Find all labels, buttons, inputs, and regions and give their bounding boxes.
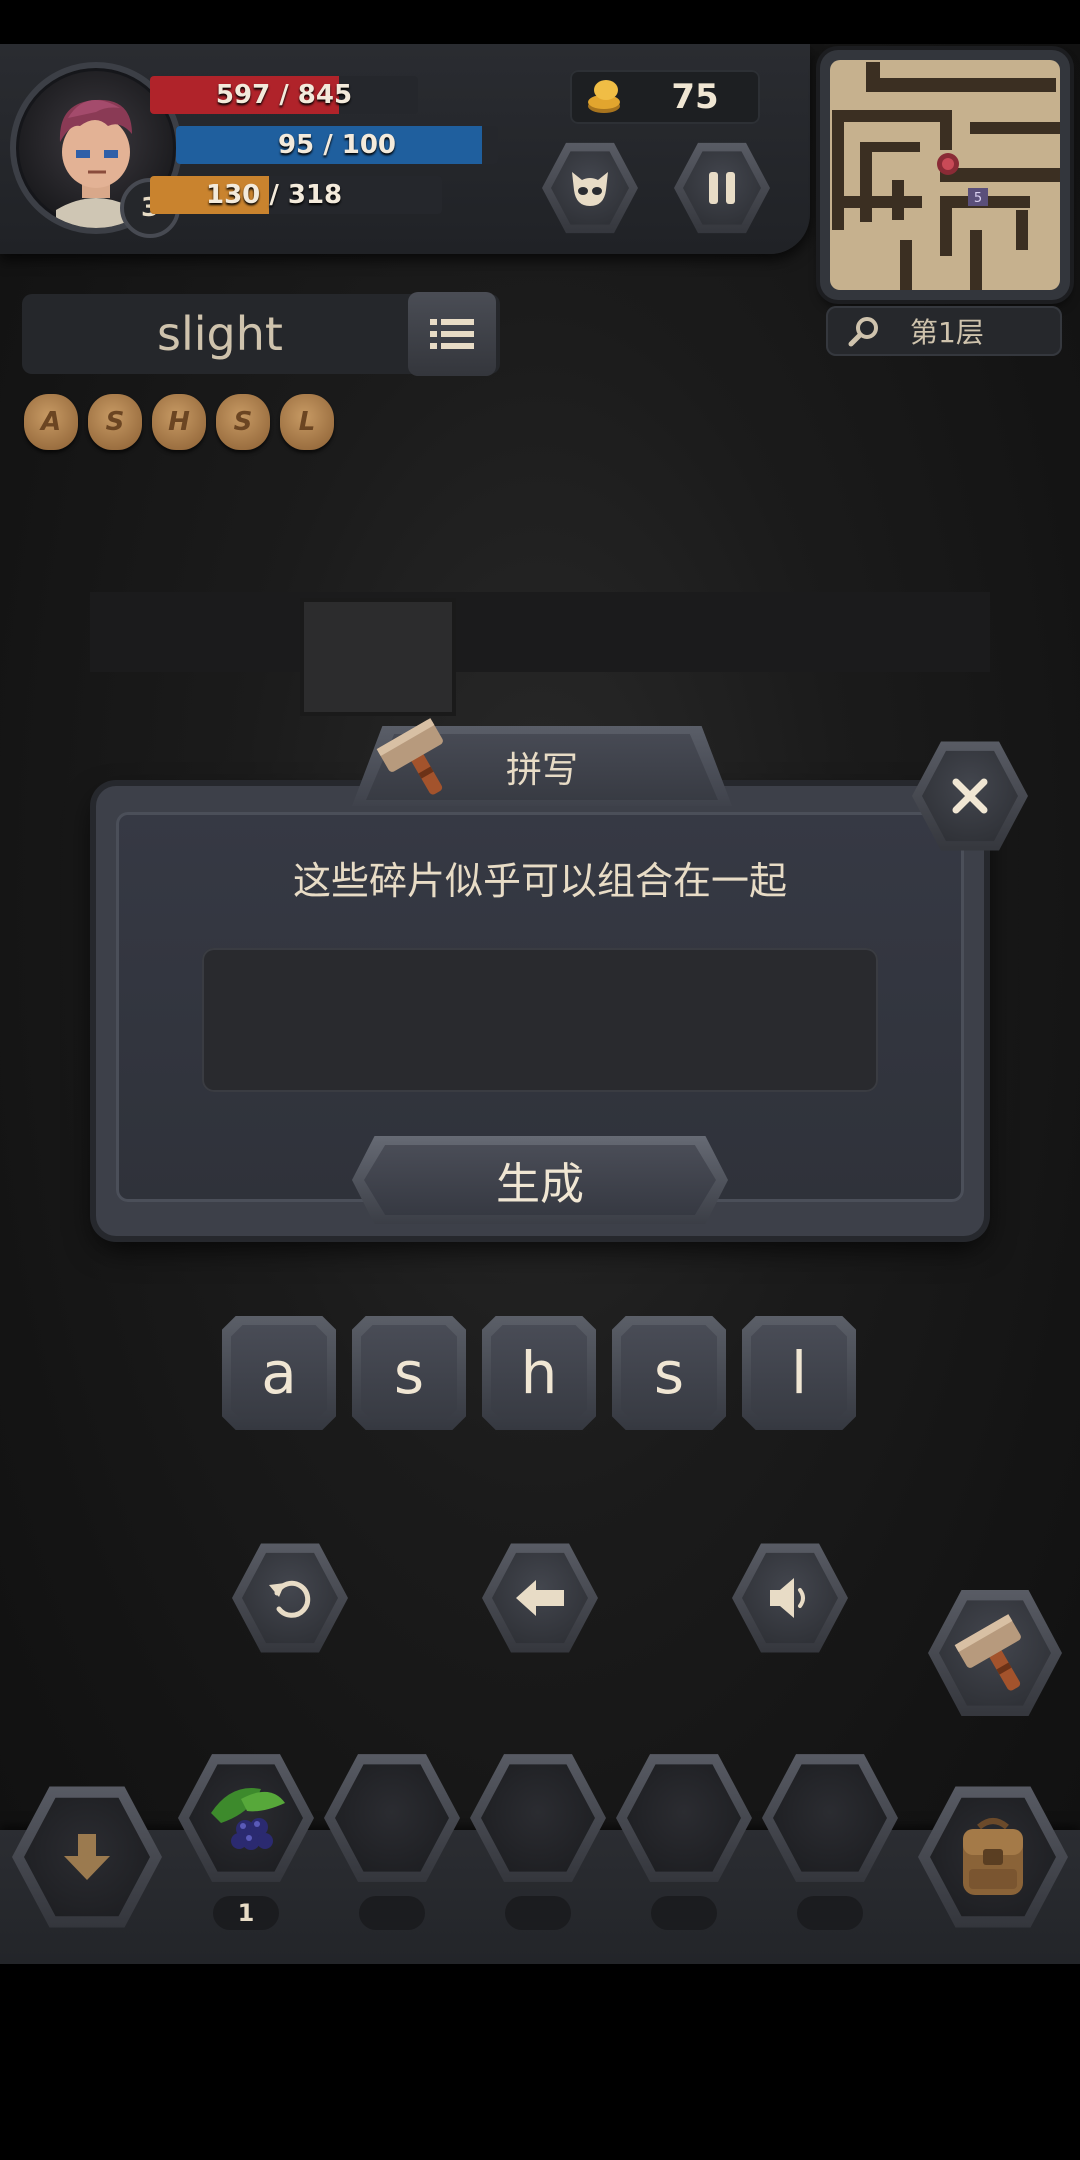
fragment-token: L — [280, 394, 334, 450]
slot-count: 1 — [213, 1896, 279, 1930]
down-arrow-icon — [64, 1834, 110, 1880]
pronounce-button[interactable] — [732, 1543, 848, 1653]
letter-key[interactable]: l — [742, 1316, 856, 1430]
letter-key-label: h — [491, 1325, 587, 1421]
speaker-icon — [770, 1578, 805, 1618]
floor-label-text: 第1层 — [910, 316, 984, 349]
generate-button[interactable]: 生成 — [352, 1136, 728, 1224]
mp-text: 95 / 100 — [277, 130, 397, 160]
coin-count: 75 — [671, 77, 719, 117]
xp-bar: 130 / 318 — [150, 176, 442, 214]
coin-stack-icon — [588, 80, 620, 113]
letter-key-label: s — [361, 1325, 457, 1421]
letter-key-label: a — [231, 1325, 327, 1421]
fragment-token: A — [24, 394, 78, 450]
letter-key-label: l — [751, 1325, 847, 1421]
letter-key-label: s — [621, 1325, 717, 1421]
list-icon — [430, 319, 474, 349]
word-list-button[interactable] — [408, 292, 496, 376]
hammer-tool-button[interactable] — [928, 1590, 1062, 1716]
letter-key[interactable]: s — [612, 1316, 726, 1430]
generate-button-label: 生成 — [364, 1145, 716, 1215]
minimap-view: 5 — [830, 60, 1060, 290]
letter-key[interactable]: a — [222, 1316, 336, 1430]
target-word: slight — [157, 307, 283, 361]
backpack-icon — [963, 1818, 1023, 1895]
floor-indicator[interactable]: 第1层 — [826, 306, 1062, 356]
spell-input-value — [202, 948, 878, 1092]
reset-button[interactable] — [232, 1543, 348, 1653]
spell-input-field[interactable] — [202, 948, 878, 1092]
hp-text: 597 / 845 — [215, 80, 353, 110]
fragment-token: H — [152, 394, 206, 450]
reset-icon — [269, 1580, 311, 1618]
hammer-icon — [954, 1614, 1021, 1691]
dungeon-door — [300, 598, 456, 716]
fragment-token: S — [216, 394, 270, 450]
hp-bar: 597 / 845 — [150, 76, 418, 114]
mp-bar: 95 / 100 — [176, 126, 498, 164]
slot-count-empty — [359, 1896, 425, 1930]
monster-face-icon — [572, 172, 608, 206]
fragment-token: S — [88, 394, 142, 450]
letter-key[interactable]: s — [352, 1316, 466, 1430]
backspace-button[interactable] — [482, 1543, 598, 1653]
fragment-list: A S H S L — [24, 394, 334, 450]
xp-text: 130 / 318 — [206, 180, 343, 210]
minimap-marker-label: 5 — [974, 191, 982, 206]
hammer-icon — [376, 718, 443, 795]
coin-counter: 75 — [570, 70, 760, 124]
slot-count-empty — [505, 1896, 571, 1930]
dungeon-wall — [90, 592, 990, 672]
magnifier-icon — [848, 317, 878, 347]
pause-icon — [709, 172, 735, 204]
minimap[interactable]: 5 — [820, 50, 1070, 300]
close-icon — [952, 778, 988, 814]
slot-count-empty — [651, 1896, 717, 1930]
slot-count-empty — [797, 1896, 863, 1930]
letter-key[interactable]: h — [482, 1316, 596, 1430]
blackberry-icon — [211, 1788, 285, 1850]
backspace-arrow-icon — [516, 1580, 564, 1616]
game-screen: 3 597 / 845 95 / 100 130 / 318 75 — [0, 44, 1080, 1964]
dialog-message: 这些碎片似乎可以组合在一起 — [292, 859, 787, 903]
